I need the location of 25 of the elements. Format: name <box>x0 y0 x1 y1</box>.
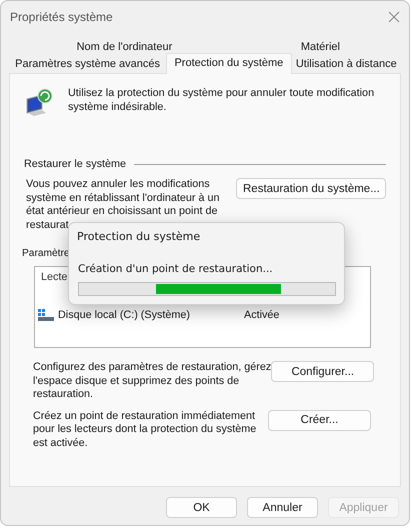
create-button[interactable]: Créer... <box>268 410 371 430</box>
drive-name: Disque local (C:) (Système) <box>58 308 191 320</box>
action-description: Configurez des paramètres de restauration, gérez l'espace disque et supprimez des points de restauration. <box>33 361 272 402</box>
tab[interactable]: Nom de l'ordinateur <box>9 39 240 56</box>
protection-status: Activée <box>244 308 280 320</box>
dialog-button[interactable]: OK <box>166 497 237 518</box>
configure-button[interactable]: Configurer... <box>271 361 374 382</box>
computer-shield-icon <box>24 87 54 117</box>
dialog-title: Protection du système <box>77 230 200 243</box>
column-header[interactable]: Lecte <box>41 271 68 283</box>
dialog-button[interactable]: Annuler <box>247 497 318 518</box>
section-heading: Paramètre <box>22 248 70 259</box>
drive-icon <box>38 308 54 320</box>
restore-description: Vous pouvez annuler les modifications système en rétablissant l'ordinateur à un état antérieur en choisissant un point de restaurat <box>26 178 220 231</box>
action-description: Créez un point de restauration immédiatement pour les lecteurs dont la protection du système est activée. <box>33 410 256 450</box>
tab[interactable]: Paramètres système avancés <box>9 56 166 73</box>
window-title: Propriétés système <box>10 10 113 24</box>
tab[interactable]: Utilisation à distance <box>292 56 401 73</box>
section-heading: Restaurer le système <box>24 158 126 170</box>
system-restore-button[interactable]: Restauration du système... <box>236 178 386 199</box>
tab[interactable]: Matériel <box>240 39 401 56</box>
progress-message: Création d'un point de restauration... <box>78 263 273 275</box>
description-text: Utilisez la protection du système pour annuler toute modification système indésirable. <box>68 87 374 114</box>
close-icon[interactable] <box>387 10 401 24</box>
tab[interactable]: Protection du système <box>166 53 292 74</box>
